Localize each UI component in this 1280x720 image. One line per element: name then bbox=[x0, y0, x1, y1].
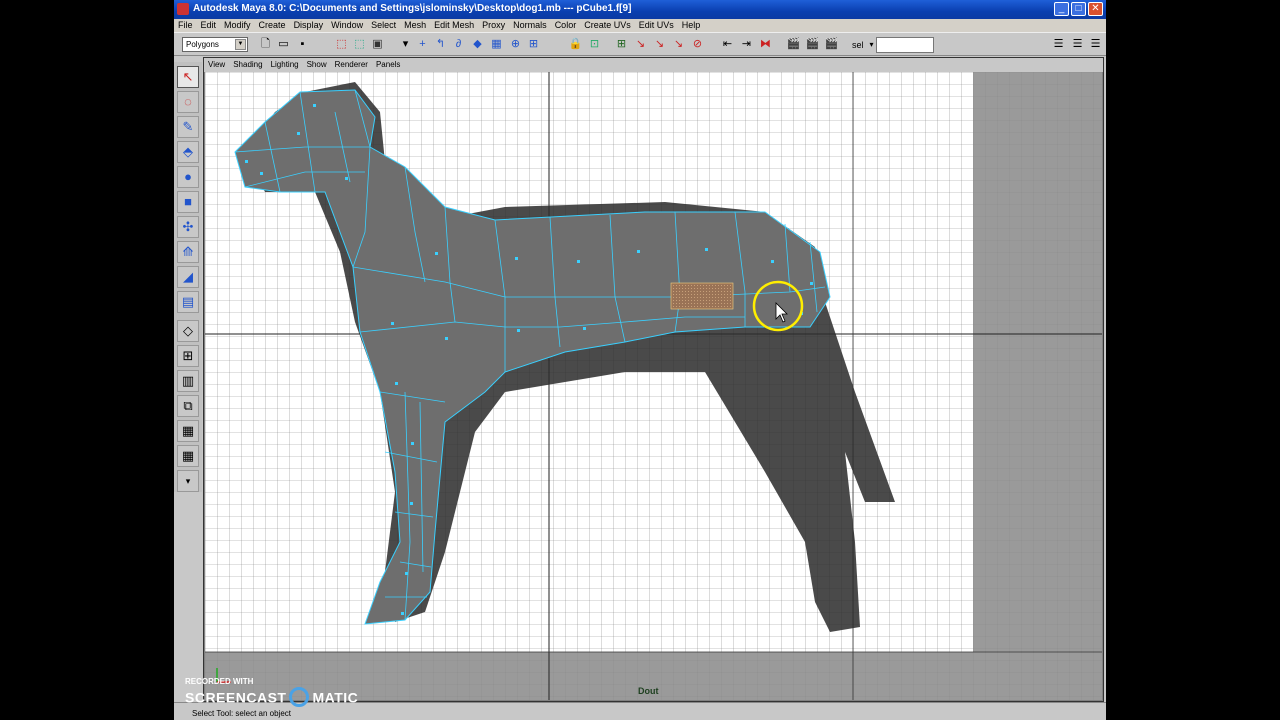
menu-proxy[interactable]: Proxy bbox=[478, 19, 509, 32]
soft-mod-icon[interactable]: ✣ bbox=[177, 216, 199, 238]
layout-single-icon[interactable]: ◇ bbox=[177, 320, 199, 342]
new-scene-icon[interactable]: 🗋 bbox=[258, 37, 273, 52]
camera-name-label: Dout bbox=[638, 686, 659, 696]
select-component-icon[interactable]: ▣ bbox=[370, 37, 385, 52]
maximize-button[interactable]: □ bbox=[1071, 2, 1086, 16]
watermark-recorded-with: RECORDED WITH bbox=[185, 677, 254, 686]
quick-select-field[interactable] bbox=[876, 37, 934, 53]
main-menu-bar: File Edit Modify Create Display Window S… bbox=[174, 19, 1106, 32]
minimize-button[interactable]: _ bbox=[1054, 2, 1069, 16]
layout-persp-outliner-icon[interactable]: ▥ bbox=[177, 370, 199, 392]
panel-menu-shading[interactable]: Shading bbox=[229, 58, 266, 72]
menu-select[interactable]: Select bbox=[367, 19, 400, 32]
input-ops-icon[interactable]: ⇤ bbox=[720, 37, 735, 52]
viewport-panel: View Shading Lighting Show Renderer Pane… bbox=[203, 57, 1104, 702]
output-ops-icon[interactable]: ⇥ bbox=[739, 37, 754, 52]
select-face-icon[interactable]: ∂ bbox=[451, 37, 466, 52]
toolbox: ↖ ◌ ✎ ⬘ ● ■ ✣ ⟰ ◢ ▤ ◇ ⊞ ▥ ⧉ ▦ ▦ ▾ bbox=[174, 62, 202, 492]
menu-modify[interactable]: Modify bbox=[220, 19, 255, 32]
channel-box-toggle-icon[interactable]: ☰ bbox=[1051, 37, 1066, 52]
attribute-editor-toggle-icon[interactable]: ☰ bbox=[1070, 37, 1085, 52]
layout-four-icon[interactable]: ⊞ bbox=[177, 345, 199, 367]
viewport-scene bbox=[205, 72, 1102, 700]
open-scene-icon[interactable]: ▭ bbox=[276, 37, 291, 52]
layout-persp-graph-icon[interactable]: ⧉ bbox=[177, 395, 199, 417]
construction-history-icon[interactable]: ⧓ bbox=[758, 37, 773, 52]
close-button[interactable]: ✕ bbox=[1088, 2, 1103, 16]
menu-create[interactable]: Create bbox=[255, 19, 290, 32]
lock-selection-icon[interactable]: 🔒 bbox=[568, 37, 583, 52]
highlight-selection-icon[interactable]: ⊡ bbox=[587, 37, 602, 52]
menu-edit-mesh[interactable]: Edit Mesh bbox=[430, 19, 478, 32]
snap-grid-icon[interactable]: ⊞ bbox=[614, 37, 629, 52]
snap-view-plane-icon[interactable]: ↘ bbox=[671, 37, 686, 52]
select-edge-icon[interactable]: ↰ bbox=[433, 37, 448, 52]
render-frame-icon[interactable]: 🎬 bbox=[786, 37, 801, 52]
menu-set-select[interactable]: Polygons ▼ bbox=[182, 37, 248, 52]
menu-mesh[interactable]: Mesh bbox=[400, 19, 430, 32]
panel-menu-renderer[interactable]: Renderer bbox=[331, 58, 372, 72]
tool-settings-toggle-icon[interactable]: ☰ bbox=[1088, 37, 1103, 52]
chevron-down-icon: ▼ bbox=[235, 39, 246, 50]
snap-point-icon[interactable]: ↘ bbox=[652, 37, 667, 52]
screencast-watermark: RECORDED WITH SCREENCAST MATIC bbox=[175, 675, 365, 715]
snap-curve-icon[interactable]: ↘ bbox=[633, 37, 648, 52]
menu-help[interactable]: Help bbox=[678, 19, 705, 32]
lasso-icon[interactable]: ◌ bbox=[177, 91, 199, 113]
quick-select-label: sel bbox=[852, 40, 864, 50]
select-object-icon[interactable]: ⬚ bbox=[352, 37, 367, 52]
layout-persp-hypershade-icon[interactable]: ▦ bbox=[177, 445, 199, 467]
screencast-logo-icon bbox=[289, 687, 310, 707]
panel-menu-view[interactable]: View bbox=[204, 58, 229, 72]
maya-app-icon bbox=[177, 3, 189, 15]
panel-menu-bar: View Shading Lighting Show Renderer Pane… bbox=[204, 58, 1103, 72]
menu-set-value: Polygons bbox=[186, 40, 219, 49]
maya-window: Autodesk Maya 8.0: C:\Documents and Sett… bbox=[174, 0, 1106, 720]
watermark-brand: SCREENCAST MATIC bbox=[185, 687, 359, 709]
watermark-word-2: MATIC bbox=[312, 689, 359, 706]
select-misc-icon[interactable]: ⊕ bbox=[508, 37, 523, 52]
menu-normals[interactable]: Normals bbox=[509, 19, 551, 32]
show-manip-icon[interactable]: ⟰ bbox=[177, 241, 199, 263]
menu-create-uvs[interactable]: Create UVs bbox=[580, 19, 635, 32]
window-title: Autodesk Maya 8.0: C:\Documents and Sett… bbox=[193, 3, 632, 14]
ipr-render-icon[interactable]: 🎬 bbox=[805, 37, 820, 52]
status-line: Polygons ▼ 🗋 ▭ ▪ ⬚ ⬚ ▣ ▾ + ↰ ∂ ◆ ▦ ⊕ ⊞ 🔒… bbox=[174, 32, 1106, 56]
last-tool-icon[interactable]: ◢ bbox=[177, 266, 199, 288]
panel-menu-lighting[interactable]: Lighting bbox=[267, 58, 303, 72]
3d-viewport[interactable]: Dout bbox=[205, 72, 1102, 700]
render-globals-icon[interactable]: 🎬 bbox=[824, 37, 839, 52]
make-live-icon[interactable]: ⊘ bbox=[690, 37, 705, 52]
selected-face bbox=[670, 282, 734, 310]
menu-display[interactable]: Display bbox=[290, 19, 328, 32]
select-vertex-face-icon[interactable]: ▦ bbox=[489, 37, 504, 52]
watermark-word-1: SCREENCAST bbox=[185, 689, 287, 706]
layout-hypershade-icon[interactable]: ▦ bbox=[177, 420, 199, 442]
more-layouts-icon[interactable]: ▾ bbox=[177, 470, 199, 492]
sculpt-icon[interactable]: ▤ bbox=[177, 291, 199, 313]
paint-select-icon[interactable]: ✎ bbox=[177, 116, 199, 138]
rotate-icon[interactable]: ● bbox=[177, 166, 199, 188]
save-scene-icon[interactable]: ▪ bbox=[295, 37, 310, 52]
panel-menu-show[interactable]: Show bbox=[303, 58, 331, 72]
select-vertex-icon[interactable]: + bbox=[415, 37, 430, 52]
title-bar: Autodesk Maya 8.0: C:\Documents and Sett… bbox=[174, 0, 1106, 19]
menu-edit-uvs[interactable]: Edit UVs bbox=[635, 19, 678, 32]
select-hierarchy-icon[interactable]: ⬚ bbox=[334, 37, 349, 52]
menu-color[interactable]: Color bbox=[551, 19, 581, 32]
menu-file[interactable]: File bbox=[174, 19, 197, 32]
panel-menu-panels[interactable]: Panels bbox=[372, 58, 404, 72]
select-uv-icon[interactable]: ◆ bbox=[470, 37, 485, 52]
move-icon[interactable]: ⬘ bbox=[177, 141, 199, 163]
menu-window[interactable]: Window bbox=[327, 19, 367, 32]
select-arrow-icon[interactable]: ↖ bbox=[177, 66, 199, 88]
select-hulls-icon[interactable]: ⊞ bbox=[526, 37, 541, 52]
mask-dropdown-icon[interactable]: ▾ bbox=[398, 37, 413, 52]
scale-icon[interactable]: ■ bbox=[177, 191, 199, 213]
menu-edit[interactable]: Edit bbox=[197, 19, 221, 32]
